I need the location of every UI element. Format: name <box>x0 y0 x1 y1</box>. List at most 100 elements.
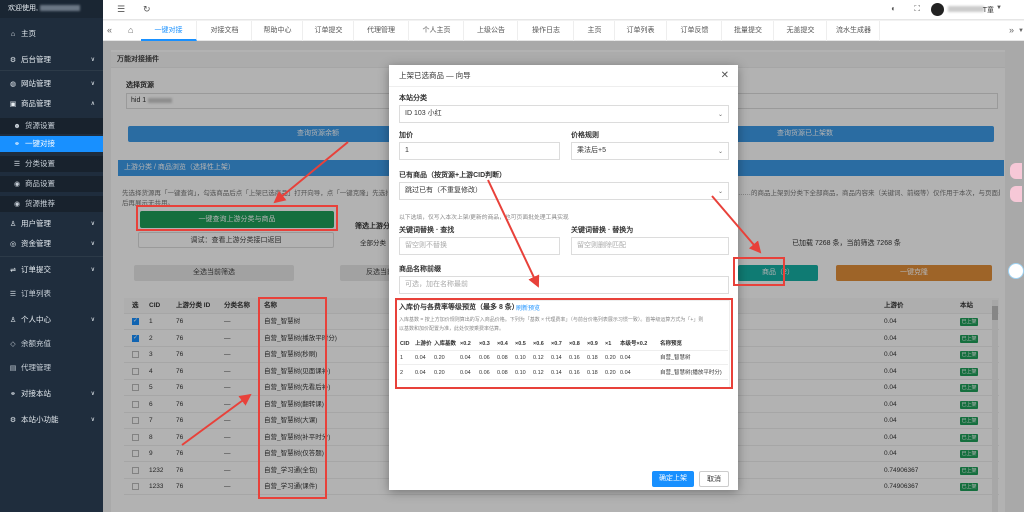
tabs-next-icon[interactable]: » <box>1009 25 1014 35</box>
sidebar-item-0[interactable]: ⌂ 主页 <box>0 26 103 42</box>
sidebar-item-12[interactable]: ☰ 订单列表 <box>0 286 103 302</box>
doc-icon: ▤ <box>9 365 17 372</box>
avatar[interactable] <box>931 3 944 16</box>
cart-icon: ⇌ <box>10 267 16 274</box>
sidebar-item-13[interactable]: ♙ 个人中心 ∨ <box>0 312 103 328</box>
sidebar-item-16[interactable]: ⚭ 对接本站 ∨ <box>0 386 103 402</box>
tab-9[interactable]: 订单列表 <box>615 21 667 41</box>
wallet-icon: ◇ <box>10 341 16 348</box>
category-select[interactable]: ID 103 小红 <box>399 105 729 123</box>
tab-2[interactable]: 帮助中心 <box>253 21 303 41</box>
existing-label: 已有商品（按货源+上游CID判断） <box>399 172 507 179</box>
chevron-icon: ∨ <box>90 417 95 423</box>
sidebar-divider <box>0 256 103 257</box>
tab-5[interactable]: 个人主页 <box>410 21 464 41</box>
tabs-prev-icon[interactable]: « <box>107 25 112 35</box>
sidebar-item-label: 分类设置 <box>25 159 55 168</box>
markup-label: 加价 <box>399 132 413 139</box>
tab-10[interactable]: 订单反馈 <box>668 21 722 41</box>
side-float-1[interactable] <box>1010 163 1022 179</box>
link-icon: ⚭ <box>14 141 20 148</box>
tab-6[interactable]: 上级公告 <box>465 21 518 41</box>
close-icon[interactable]: ✕ <box>721 70 729 81</box>
annotation-box-query <box>136 205 338 231</box>
tab-1[interactable]: 对接文档 <box>198 21 252 41</box>
sidebar-item-label: 货源设置 <box>25 121 55 130</box>
username-blur <box>948 6 984 12</box>
chevron-icon: ∨ <box>90 317 95 323</box>
tab-11[interactable]: 批量提交 <box>723 21 774 41</box>
chevron-icon: ∨ <box>90 391 95 397</box>
sidebar-item-6[interactable]: ☰ 分类设置 <box>0 156 103 172</box>
people-icon: ☻ <box>13 123 21 130</box>
sidebar-item-11[interactable]: ⇌ 订单提交 ∨ <box>0 262 103 278</box>
sidebar-welcome: 欢迎使用, <box>0 0 103 18</box>
top-bar: ☰ ↻ ◐ ⛶ T童 ▼ <box>103 0 1024 20</box>
sidebar-item-label: 订单列表 <box>21 289 51 298</box>
sidebar-item-label: 主页 <box>21 29 36 38</box>
skin-icon[interactable]: ◐ <box>891 4 896 13</box>
sidebar-item-15[interactable]: ▤ 代理管理 <box>0 360 103 376</box>
tab-4[interactable]: 代理管理 <box>354 21 409 41</box>
kw-replace-input[interactable]: 留空则删除匹配 <box>571 237 729 255</box>
link-icon: ⚭ <box>10 391 16 398</box>
existing-select[interactable]: 跳过已有（不重复修改） <box>399 182 729 200</box>
fullscreen-icon[interactable]: ⛶ <box>914 4 920 14</box>
tab-0[interactable]: 一键对接 <box>141 21 197 41</box>
globe-icon: ◍ <box>9 81 17 88</box>
sidebar-item-label: 网站管理 <box>21 79 51 88</box>
menu-icon[interactable]: ☰ <box>117 4 125 15</box>
chevron-icon: ∨ <box>90 241 95 247</box>
sidebar-item-label: 余额充值 <box>21 339 51 348</box>
sidebar-item-4[interactable]: ☻ 货源设置 <box>0 118 103 134</box>
tab-3[interactable]: 订单提交 <box>304 21 354 41</box>
chevron-down-icon: ⌄ <box>718 189 724 195</box>
sidebar-item-17[interactable]: ⚙ 本站小功能 ∨ <box>0 412 103 428</box>
markup-input[interactable]: 1 <box>399 142 560 160</box>
tab-13[interactable]: 流水生成器 <box>828 21 880 41</box>
sidebar-item-10[interactable]: ◎ 资金管理 ∨ <box>0 236 103 252</box>
sidebar-item-2[interactable]: ◍ 网站管理 ∨ <box>0 76 103 92</box>
prefix-input[interactable]: 可选，加在名称最前 <box>399 276 729 294</box>
tabs-menu-icon[interactable]: ▼ <box>1018 28 1024 34</box>
chevron-down-icon[interactable]: ▼ <box>996 5 1002 11</box>
coin-icon: ◎ <box>9 241 17 248</box>
refresh-icon[interactable]: ↻ <box>143 4 151 15</box>
sidebar-item-5[interactable]: ⚭ 一键对接 <box>0 136 103 152</box>
tab-8[interactable]: 主页 <box>575 21 615 41</box>
sidebar-item-1[interactable]: ⚙ 后台管理 ∨ <box>0 52 103 68</box>
sidebar-item-8[interactable]: ◉ 货源推荐 <box>0 196 103 212</box>
sidebar-item-3[interactable]: ▣ 商品管理 ∧ <box>0 96 103 112</box>
kw-find-input[interactable]: 留空则不替换 <box>399 237 560 255</box>
chevron-icon: ∧ <box>90 101 95 107</box>
home-tab-icon[interactable]: ⌂ <box>128 25 133 35</box>
category-label: 本站分类 <box>399 95 427 102</box>
sidebar-item-7[interactable]: ◉ 商品设置 <box>0 176 103 192</box>
chevron-icon: ∨ <box>90 267 95 273</box>
tab-12[interactable]: 无盖提交 <box>775 21 827 41</box>
sidebar-item-label: 一键对接 <box>25 139 55 148</box>
price-rule-label: 价格规则 <box>571 132 599 139</box>
chevron-icon: ∨ <box>90 57 95 63</box>
list-icon: ☰ <box>9 291 17 298</box>
gear-icon: ⚙ <box>9 417 17 424</box>
dot-icon: ◉ <box>13 181 21 188</box>
prefix-label: 商品名称前缀 <box>399 266 441 273</box>
cancel-button[interactable]: 取消 <box>699 471 729 487</box>
sidebar-item-14[interactable]: ◇ 余额充值 <box>0 336 103 352</box>
sidebar-item-label: 对接本站 <box>21 389 51 398</box>
sidebar-item-label: 商品设置 <box>25 179 55 188</box>
side-float-2[interactable] <box>1010 186 1022 202</box>
confirm-upload-button[interactable]: 确定上架 <box>652 471 694 487</box>
price-rule-select[interactable]: 乘法后+5 <box>571 142 729 160</box>
chevron-down-icon: ⌄ <box>718 149 724 155</box>
username[interactable]: T童 <box>983 5 994 15</box>
sidebar-item-label: 后台管理 <box>21 55 51 64</box>
user-icon: ♙ <box>9 221 17 228</box>
cloud-icon[interactable] <box>1008 263 1024 279</box>
chevron-icon: ∨ <box>90 221 95 227</box>
tab-7[interactable]: 操作日志 <box>519 21 574 41</box>
sidebar-item-label: 个人中心 <box>21 315 51 324</box>
annotation-box-preview <box>395 298 733 389</box>
sidebar-item-9[interactable]: ♙ 用户管理 ∨ <box>0 216 103 232</box>
